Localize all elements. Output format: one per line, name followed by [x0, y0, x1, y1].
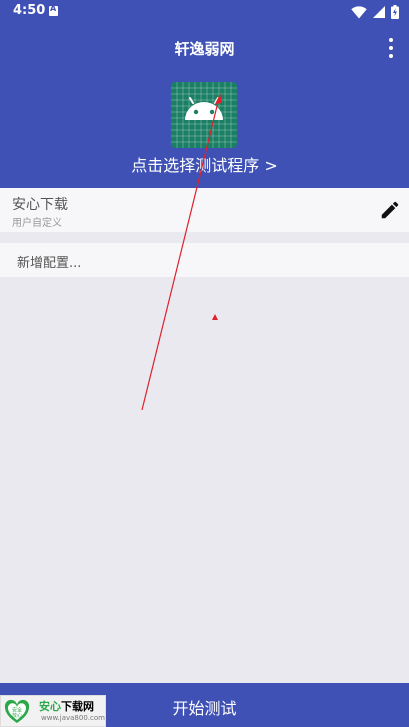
config-item[interactable]: 安心下载 用户自定义 [0, 188, 409, 232]
android-app-icon[interactable] [171, 82, 237, 148]
page-title: 轩逸弱网 [174, 40, 235, 58]
watermark-url: www.java800.com [41, 714, 105, 722]
status-bar: 4:50 [0, 0, 409, 24]
add-config-label: 新增配置... [17, 256, 82, 271]
annotation-marker [212, 314, 218, 320]
wifi-icon [351, 5, 367, 18]
status-icons [351, 4, 399, 20]
edit-pencil-icon[interactable] [379, 199, 401, 221]
config-description: 用户自定义 [12, 218, 62, 229]
watermark-logo: 安全 放心 安心下载网 www.java800.com [0, 695, 106, 727]
shield-heart-icon: 安全 放心 [4, 699, 30, 723]
more-options-icon[interactable] [387, 38, 395, 58]
notification-a-icon [49, 4, 58, 16]
cellular-icon [373, 6, 385, 18]
app-header: 轩逸弱网 点击选择测试程序 > [0, 24, 409, 188]
status-time: 4:50 [13, 3, 46, 18]
add-config-button[interactable]: 新增配置... [0, 243, 409, 277]
badge-text-2: 放心 [12, 712, 22, 719]
config-name: 安心下载 [12, 197, 68, 213]
watermark-title: 安心下载网 [39, 700, 94, 713]
battery-charging-icon [391, 5, 399, 19]
choose-program-link[interactable]: 点击选择测试程序 > [0, 152, 409, 176]
